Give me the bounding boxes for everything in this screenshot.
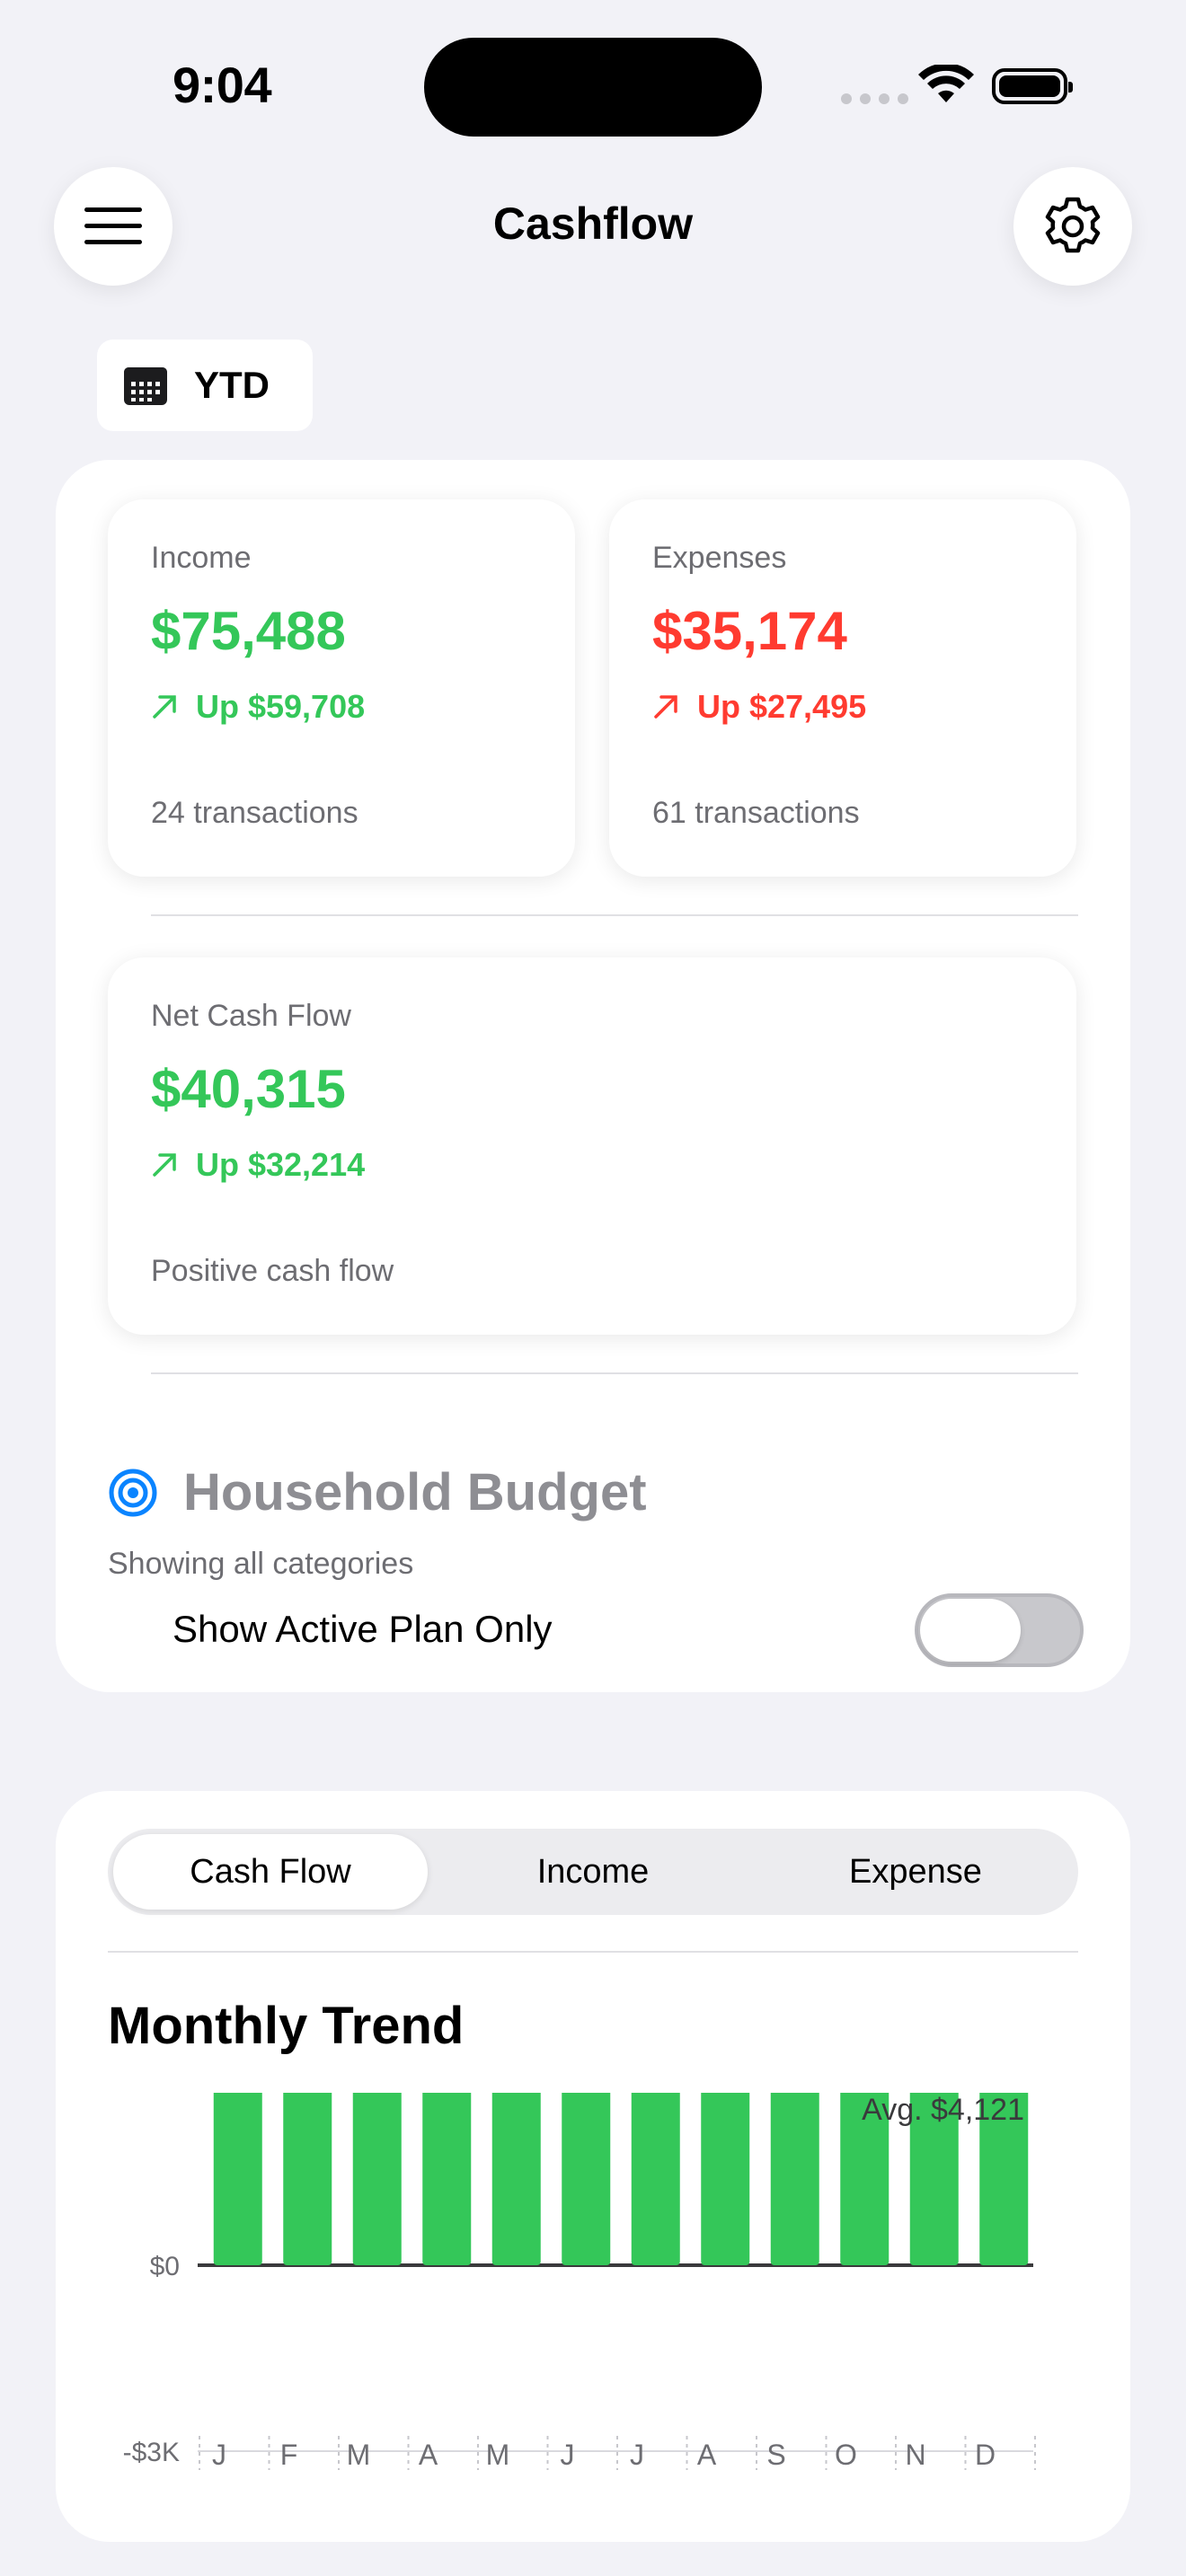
income-label: Income [151,541,252,575]
bar [770,2093,819,2265]
x-tick-label: A [419,2439,438,2471]
bar [213,2093,262,2265]
monthly-trend-chart: $5K$3K$0-$3K-$5KJFMAMJJASONDAvg. $4,121 [123,2093,1036,2471]
expenses-transactions: 61 transactions [652,796,860,830]
x-tick-label: F [280,2439,298,2471]
tab-cash-flow[interactable]: Cash Flow [113,1834,428,1910]
bar [352,2093,402,2265]
x-tick-label: M [486,2439,510,2471]
net-value: $40,315 [151,1059,346,1119]
income-card[interactable]: Income $75,488 Up $59,708 24 transaction… [108,499,575,877]
y-tick-label: $3K [132,2093,180,2095]
tab-income[interactable]: Income [436,1834,750,1910]
y-tick-label: $0 [150,2252,180,2281]
net-delta-text: Up $32,214 [196,1146,366,1183]
income-value: $75,488 [151,601,346,661]
period-label: YTD [194,364,270,406]
x-tick-label: N [905,2439,925,2471]
bar [631,2093,680,2265]
active-plan-toggle[interactable] [915,1593,1084,1667]
x-tick-label: S [766,2439,785,2471]
bar [701,2093,750,2265]
page-title: Cashflow [492,198,694,249]
x-tick-label: O [835,2439,857,2471]
average-label: Avg. $4,121 [862,2093,1024,2127]
budget-title[interactable]: Household Budget [183,1462,647,1522]
x-tick-label: J [212,2439,226,2471]
signal-dots-icon [841,93,908,104]
x-tick-label: D [975,2439,996,2471]
net-delta: Up $32,214 [151,1146,365,1184]
toggle-knob [920,1599,1021,1662]
bar [562,2093,611,2265]
bar [491,2093,541,2265]
tab-expense[interactable]: Expense [758,1834,1073,1910]
arrow-up-right-icon [153,695,176,719]
wifi-icon [918,65,974,102]
arrow-up-right-icon [654,695,677,719]
x-tick-label: J [630,2439,644,2471]
battery-icon [992,68,1073,104]
expenses-value: $35,174 [652,601,847,661]
income-transactions: 24 transactions [151,796,358,830]
x-tick-label: A [697,2439,717,2471]
toggle-label: Show Active Plan Only [173,1608,553,1650]
x-tick-label: J [561,2439,575,2471]
expenses-label: Expenses [652,541,787,575]
divider [151,914,1078,916]
income-delta-text: Up $59,708 [196,688,366,725]
target-icon [109,1469,157,1517]
chart-title: Monthly Trend [108,1997,465,2055]
expenses-card[interactable]: Expenses $35,174 Up $27,495 61 transacti… [609,499,1076,877]
x-tick-label: M [347,2439,371,2471]
arrow-up-right-icon [153,1153,176,1177]
settings-button[interactable] [1013,167,1132,286]
dynamic-island [424,38,762,137]
expenses-delta: Up $27,495 [652,688,866,726]
bar [422,2093,472,2265]
gear-icon [1045,197,1101,253]
calendar-icon [124,367,167,405]
status-time: 9:04 [173,57,272,113]
y-tick-label: -$3K [123,2438,180,2467]
bar [283,2093,332,2265]
net-label: Net Cash Flow [151,999,351,1033]
chart-type-segmented-control: Cash Flow Income Expense [108,1829,1078,1915]
period-selector[interactable]: YTD [97,340,313,431]
net-status: Positive cash flow [151,1254,394,1288]
divider [151,1372,1078,1374]
expenses-delta-text: Up $27,495 [697,688,867,725]
net-cash-flow-card[interactable]: Net Cash Flow $40,315 Up $32,214 Positiv… [108,957,1076,1335]
divider [108,1951,1078,1953]
budget-subtitle: Showing all categories [108,1547,414,1581]
income-delta: Up $59,708 [151,688,365,726]
